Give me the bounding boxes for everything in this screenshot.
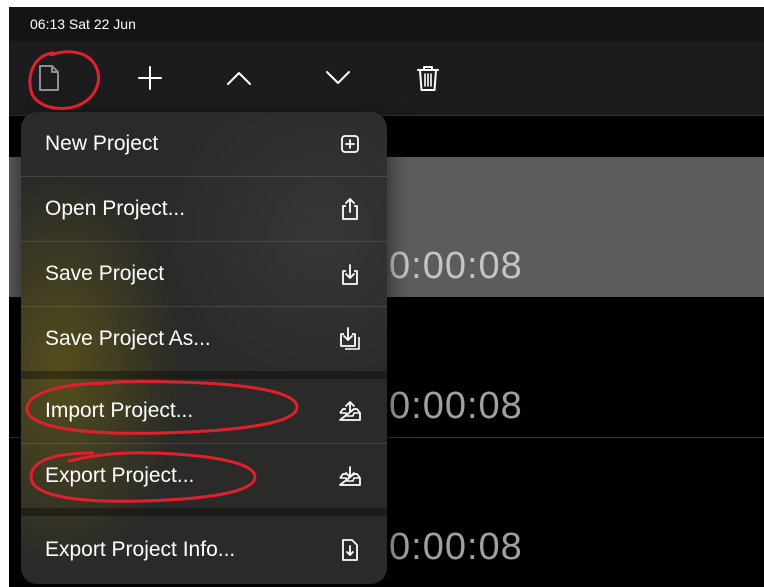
menu-item-save-project[interactable]: Save Project bbox=[21, 242, 387, 306]
document-download-icon bbox=[337, 537, 363, 563]
menu-item-export-project[interactable]: Export Project... bbox=[21, 444, 387, 508]
toolbar bbox=[9, 41, 764, 116]
row-time: 0:00:08 bbox=[389, 385, 523, 427]
add-button[interactable] bbox=[127, 55, 173, 101]
menu-item-label: Export Project... bbox=[45, 464, 195, 487]
menu-item-open-project[interactable]: Open Project... bbox=[21, 177, 387, 241]
download-tray-icon bbox=[337, 261, 363, 287]
menu-item-save-project-as[interactable]: Save Project As... bbox=[21, 307, 387, 371]
menu-item-label: Save Project As... bbox=[45, 327, 211, 350]
row-time: 0:00:08 bbox=[389, 245, 523, 287]
file-menu-button[interactable] bbox=[26, 55, 72, 101]
menu-group-divider bbox=[21, 371, 387, 379]
tray-down-icon bbox=[337, 463, 363, 489]
menu-item-label: Save Project bbox=[45, 262, 165, 285]
share-up-icon bbox=[337, 196, 363, 222]
ipad-screen: 06:13 Sat 22 Jun 0:00:08 0:00:08 0:00:08… bbox=[9, 7, 764, 587]
status-time-date: 06:13 Sat 22 Jun bbox=[30, 16, 136, 32]
trash-icon bbox=[416, 64, 440, 92]
delete-button[interactable] bbox=[405, 55, 451, 101]
menu-item-label: Import Project... bbox=[45, 399, 194, 422]
menu-group-divider bbox=[21, 508, 387, 516]
download-tray-stack-icon bbox=[337, 326, 363, 352]
move-down-button[interactable] bbox=[315, 55, 361, 101]
file-icon bbox=[38, 64, 60, 92]
chevron-up-icon bbox=[226, 70, 252, 86]
chevron-down-icon bbox=[325, 70, 351, 86]
menu-item-label: New Project bbox=[45, 132, 159, 155]
move-up-button[interactable] bbox=[216, 55, 262, 101]
plus-icon bbox=[137, 65, 163, 91]
menu-item-label: Export Project Info... bbox=[45, 538, 236, 561]
tray-up-icon bbox=[337, 398, 363, 424]
menu-item-export-project-info[interactable]: Export Project Info... bbox=[21, 516, 387, 584]
row-time: 0:00:08 bbox=[389, 526, 523, 568]
status-bar: 06:13 Sat 22 Jun bbox=[9, 7, 764, 41]
menu-item-import-project[interactable]: Import Project... bbox=[21, 379, 387, 443]
menu-item-new-project[interactable]: New Project bbox=[21, 112, 387, 176]
file-popup-menu: New Project Open Project... Save Project bbox=[21, 112, 387, 584]
plus-square-icon bbox=[337, 131, 363, 157]
menu-item-label: Open Project... bbox=[45, 197, 186, 220]
